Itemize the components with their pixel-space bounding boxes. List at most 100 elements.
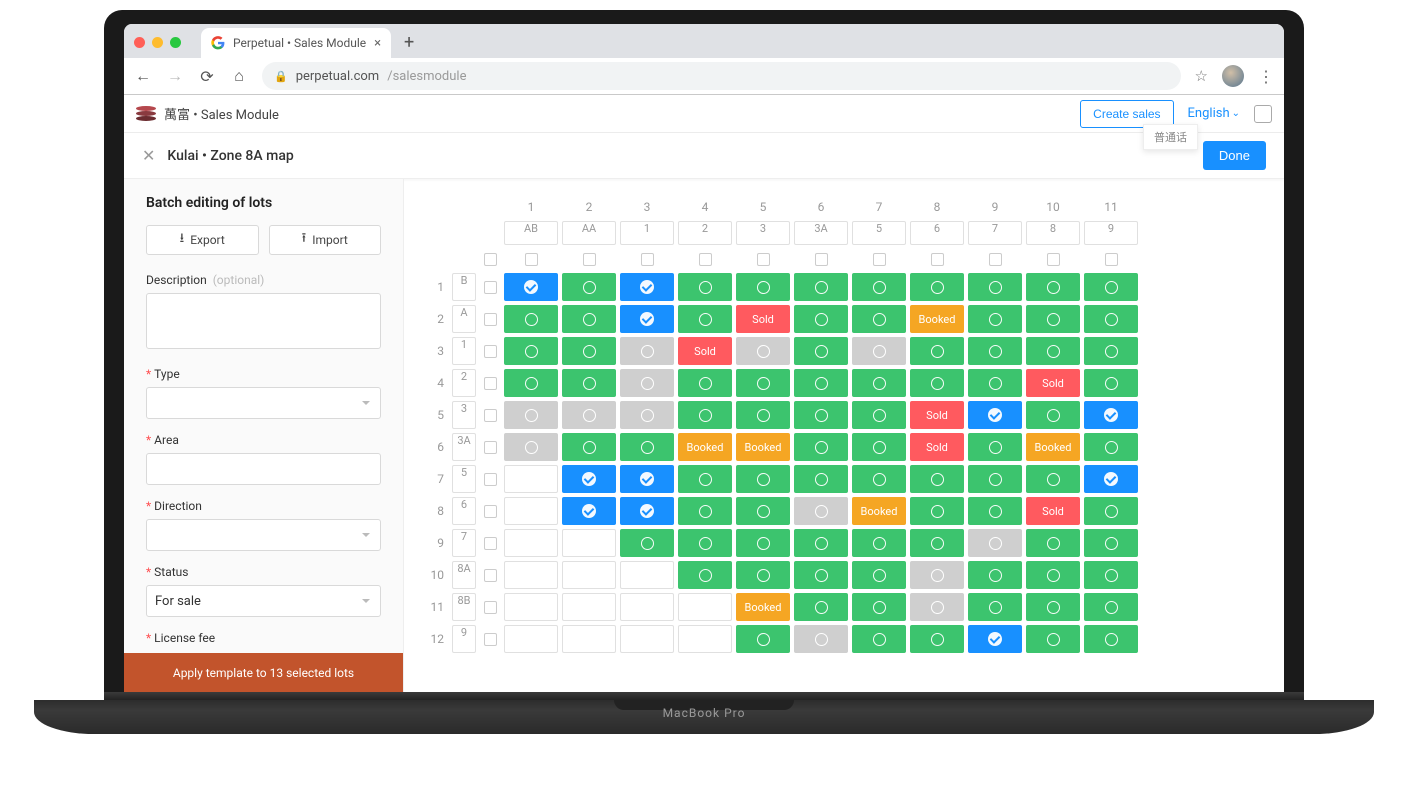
lot-cell[interactable] xyxy=(910,625,964,653)
lot-cell[interactable] xyxy=(852,337,906,365)
lot-cell[interactable] xyxy=(562,465,616,493)
row-checkbox[interactable] xyxy=(484,281,497,294)
lot-cell[interactable] xyxy=(968,625,1022,653)
col-header-cell[interactable]: 3 xyxy=(736,221,790,245)
col-header[interactable]: 5 xyxy=(852,221,906,245)
logout-icon[interactable] xyxy=(1254,105,1272,123)
lot-cell[interactable] xyxy=(968,337,1022,365)
lot-cell[interactable] xyxy=(678,625,732,653)
lot-cell[interactable] xyxy=(562,433,616,461)
lot-cell[interactable] xyxy=(1084,369,1138,397)
row-checkbox-cell[interactable] xyxy=(480,465,500,493)
row-header-cell[interactable]: 5 xyxy=(452,465,476,493)
row-header-cell[interactable]: 3A xyxy=(452,433,476,461)
window-maximize-icon[interactable] xyxy=(170,37,181,48)
row-header-cell[interactable]: 8B xyxy=(452,593,476,621)
language-popup[interactable]: 普通话 xyxy=(1143,124,1198,150)
lot-cell[interactable] xyxy=(794,625,848,653)
lot-cell[interactable] xyxy=(562,529,616,557)
row-checkbox[interactable] xyxy=(484,601,497,614)
lot-cell[interactable] xyxy=(736,337,790,365)
forward-button[interactable]: → xyxy=(166,66,184,86)
col-header-cell[interactable]: AA xyxy=(562,221,616,245)
col-checkbox-cell[interactable] xyxy=(910,249,964,269)
row-header[interactable]: A xyxy=(452,305,476,333)
lot-cell[interactable] xyxy=(736,401,790,429)
done-button[interactable]: Done xyxy=(1203,141,1266,170)
lot-cell[interactable] xyxy=(620,465,674,493)
row-checkbox-cell[interactable] xyxy=(480,625,500,653)
col-checkbox-cell[interactable] xyxy=(794,249,848,269)
row-checkbox[interactable] xyxy=(484,505,497,518)
row-checkbox[interactable] xyxy=(484,313,497,326)
lot-cell[interactable] xyxy=(910,369,964,397)
row-header[interactable]: 8A xyxy=(452,561,476,589)
lot-cell[interactable] xyxy=(504,625,558,653)
row-checkbox-cell[interactable] xyxy=(480,561,500,589)
lot-cell[interactable] xyxy=(852,369,906,397)
row-checkbox-cell[interactable] xyxy=(480,305,500,333)
lot-cell[interactable] xyxy=(968,273,1022,301)
col-header[interactable]: AB xyxy=(504,221,558,245)
lot-cell[interactable] xyxy=(1084,465,1138,493)
type-select[interactable] xyxy=(146,387,381,419)
lot-cell[interactable] xyxy=(736,529,790,557)
lot-cell[interactable]: Sold xyxy=(678,337,732,365)
col-header-cell[interactable]: 1 xyxy=(620,221,674,245)
row-header-cell[interactable]: 9 xyxy=(452,625,476,653)
lot-cell[interactable] xyxy=(1026,401,1080,429)
col-checkbox[interactable] xyxy=(757,253,770,266)
lot-cell[interactable] xyxy=(562,273,616,301)
lot-cell[interactable] xyxy=(1026,465,1080,493)
col-checkbox-cell[interactable] xyxy=(1084,249,1138,269)
import-button[interactable]: Import xyxy=(269,225,382,255)
col-header-cell[interactable]: 2 xyxy=(678,221,732,245)
description-textarea[interactable] xyxy=(146,293,381,349)
lot-cell[interactable] xyxy=(678,305,732,333)
lot-cell[interactable] xyxy=(620,305,674,333)
lot-cell[interactable] xyxy=(968,497,1022,525)
row-header[interactable]: 3 xyxy=(452,401,476,429)
lot-cell[interactable] xyxy=(910,465,964,493)
lot-cell[interactable]: Sold xyxy=(736,305,790,333)
col-checkbox[interactable] xyxy=(583,253,596,266)
col-checkbox-cell[interactable] xyxy=(852,249,906,269)
lot-cell[interactable] xyxy=(620,369,674,397)
col-header[interactable]: 8 xyxy=(1026,221,1080,245)
row-checkbox[interactable] xyxy=(484,537,497,550)
col-header-cell[interactable]: 7 xyxy=(968,221,1022,245)
lot-cell[interactable]: Booked xyxy=(678,433,732,461)
row-checkbox-cell[interactable] xyxy=(480,593,500,621)
lot-cell[interactable] xyxy=(852,433,906,461)
col-header[interactable]: 6 xyxy=(910,221,964,245)
lot-cell[interactable] xyxy=(1084,401,1138,429)
lot-cell[interactable] xyxy=(1026,593,1080,621)
lot-cell[interactable] xyxy=(794,337,848,365)
lot-grid[interactable]: 1234567891011ABAA1233A567891B2ASoldBooke… xyxy=(404,179,1284,692)
lot-cell[interactable] xyxy=(910,561,964,589)
row-checkbox[interactable] xyxy=(484,409,497,422)
lot-cell[interactable] xyxy=(504,561,558,589)
lot-cell[interactable] xyxy=(736,273,790,301)
lot-cell[interactable] xyxy=(794,433,848,461)
lot-cell[interactable] xyxy=(968,561,1022,589)
lot-cell[interactable] xyxy=(852,529,906,557)
window-close-icon[interactable] xyxy=(134,37,145,48)
row-header-cell[interactable]: 1 xyxy=(452,337,476,365)
lot-cell[interactable] xyxy=(968,465,1022,493)
col-header-cell[interactable]: 9 xyxy=(1084,221,1138,245)
col-header-cell[interactable]: AB xyxy=(504,221,558,245)
lot-cell[interactable] xyxy=(504,433,558,461)
lot-cell[interactable] xyxy=(968,529,1022,557)
lot-cell[interactable] xyxy=(968,305,1022,333)
select-all-checkbox[interactable] xyxy=(484,253,497,266)
lot-cell[interactable] xyxy=(968,433,1022,461)
lot-cell[interactable] xyxy=(1084,593,1138,621)
lot-cell[interactable] xyxy=(1084,561,1138,589)
lot-cell[interactable] xyxy=(852,273,906,301)
new-tab-button[interactable]: + xyxy=(397,30,421,54)
lot-cell[interactable]: Booked xyxy=(736,593,790,621)
tab-close-icon[interactable]: × xyxy=(374,36,381,51)
lot-cell[interactable] xyxy=(910,497,964,525)
close-icon[interactable]: ✕ xyxy=(142,146,155,165)
